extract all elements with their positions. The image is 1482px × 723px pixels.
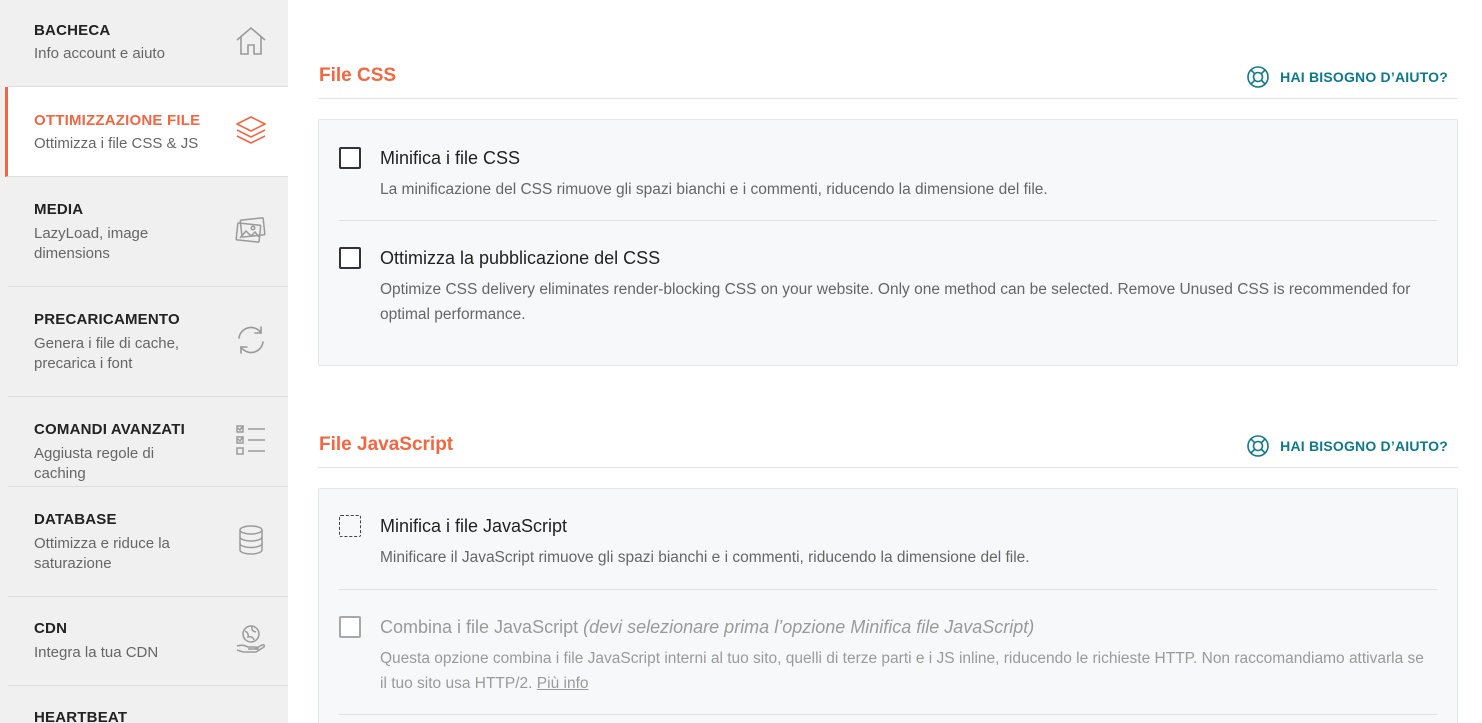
divider xyxy=(339,714,1437,715)
option-description: Minificare il JavaScript rimuove gli spa… xyxy=(380,549,1030,566)
option-label: Minifica i file CSS xyxy=(380,148,521,168)
sidebar-item-bacheca[interactable]: BACHECA Info account e aiuto xyxy=(8,0,288,87)
sidebar-item-database[interactable]: DATABASE Ottimizza e riduce la saturazio… xyxy=(8,487,288,597)
divider xyxy=(339,589,1437,590)
divider xyxy=(339,220,1437,221)
sidebar-item-subtitle: Info account e aiuto xyxy=(34,45,165,62)
images-icon xyxy=(234,213,268,247)
checklist-icon xyxy=(234,423,268,457)
option-label-text: Combina i file JavaScript xyxy=(380,617,579,637)
sidebar-item-subtitle: Ottimizza i file CSS & JS xyxy=(34,135,199,152)
option-label-note: (devi selezionare prima l’opzione Minifi… xyxy=(583,617,1035,637)
css-options-panel: Minifica i file CSS La minificazione del… xyxy=(318,119,1458,366)
js-section-header: File JavaScript HAI BISOGNO D’AIUTO? xyxy=(318,426,1458,468)
minify-css-checkbox[interactable] xyxy=(339,147,361,169)
sidebar-item-title: PRECARICAMENTO xyxy=(34,311,180,328)
sidebar-item-media[interactable]: MEDIA LazyLoad, image dimensions xyxy=(8,177,288,287)
layers-icon xyxy=(234,113,268,147)
option-label: Minifica i file JavaScript xyxy=(380,516,568,536)
sidebar-item-title: COMANDI AVANZATI xyxy=(34,421,185,438)
sidebar-item-precaricamento[interactable]: PRECARICAMENTO Genera i file di cache, p… xyxy=(8,287,288,397)
minify-js-checkbox[interactable] xyxy=(339,515,361,537)
database-icon xyxy=(234,523,268,557)
sidebar-item-subtitle: Genera i file di cache, precarica i font xyxy=(34,335,180,372)
lifebuoy-icon xyxy=(1247,435,1269,457)
section-title: File JavaScript xyxy=(319,434,454,455)
help-link-label: HAI BISOGNO D’AIUTO? xyxy=(1280,69,1448,85)
sidebar-item-subtitle: LazyLoad, image dimensions xyxy=(34,225,149,262)
sidebar-item-title: OTTIMIZZAZIONE FILE xyxy=(34,112,201,129)
sidebar-item-title: MEDIA xyxy=(34,201,84,218)
sidebar-item-heartbeat[interactable]: HEARTBEAT xyxy=(8,686,288,723)
sidebar-item-title: DATABASE xyxy=(34,511,117,528)
option-label: Ottimizza la pubblicazione del CSS xyxy=(380,248,661,268)
option-minify-css: Minifica i file CSS La minificazione del… xyxy=(339,147,1437,207)
globe-hand-icon xyxy=(234,621,268,655)
js-options-panel: Minifica i file JavaScript Minificare il… xyxy=(318,488,1458,723)
home-icon xyxy=(234,24,268,58)
help-link[interactable]: HAI BISOGNO D’AIUTO? xyxy=(1246,434,1448,458)
optimize-css-delivery-checkbox[interactable] xyxy=(339,247,361,269)
option-minify-js: Minifica i file JavaScript Minificare il… xyxy=(339,515,1437,575)
option-combine-js: Combina i file JavaScript (devi selezion… xyxy=(339,616,1437,696)
sidebar-item-title: HEARTBEAT xyxy=(34,709,128,723)
more-info-link[interactable]: Più info xyxy=(537,675,589,692)
option-description: La minificazione del CSS rimuove gli spa… xyxy=(380,181,1048,198)
section-title: File CSS xyxy=(319,65,397,86)
sidebar: BACHECA Info account e aiuto OTTIMIZZAZI… xyxy=(0,0,288,723)
sidebar-item-comandi-avanzati[interactable]: COMANDI AVANZATI Aggiusta regole di cach… xyxy=(8,397,288,487)
lifebuoy-icon xyxy=(1247,66,1269,88)
help-link[interactable]: HAI BISOGNO D’AIUTO? xyxy=(1246,65,1448,89)
refresh-icon xyxy=(234,323,268,357)
sidebar-item-title: CDN xyxy=(34,620,68,637)
option-description: Optimize CSS delivery eliminates render-… xyxy=(380,281,1411,323)
sidebar-item-ottimizzazione-file[interactable]: OTTIMIZZAZIONE FILE Ottimizza i file CSS… xyxy=(5,87,288,177)
sidebar-item-subtitle: Ottimizza e riduce la saturazione xyxy=(34,535,170,572)
sidebar-item-subtitle: Aggiusta regole di caching xyxy=(34,445,155,482)
css-section-header: File CSS HAI BISOGNO D’AIUTO? xyxy=(318,57,1458,99)
option-optimize-css-delivery: Ottimizza la pubblicazione del CSS Optim… xyxy=(339,247,1437,337)
sidebar-item-cdn[interactable]: CDN Integra la tua CDN xyxy=(8,597,288,686)
sidebar-item-title: BACHECA xyxy=(34,22,111,39)
sidebar-item-subtitle: Integra la tua CDN xyxy=(34,644,159,661)
help-link-label: HAI BISOGNO D’AIUTO? xyxy=(1280,438,1448,454)
combine-js-checkbox[interactable] xyxy=(339,616,361,638)
option-description: Questa opzione combina i file JavaScript… xyxy=(380,646,1430,696)
option-label: Combina i file JavaScript (devi selezion… xyxy=(380,616,1034,638)
